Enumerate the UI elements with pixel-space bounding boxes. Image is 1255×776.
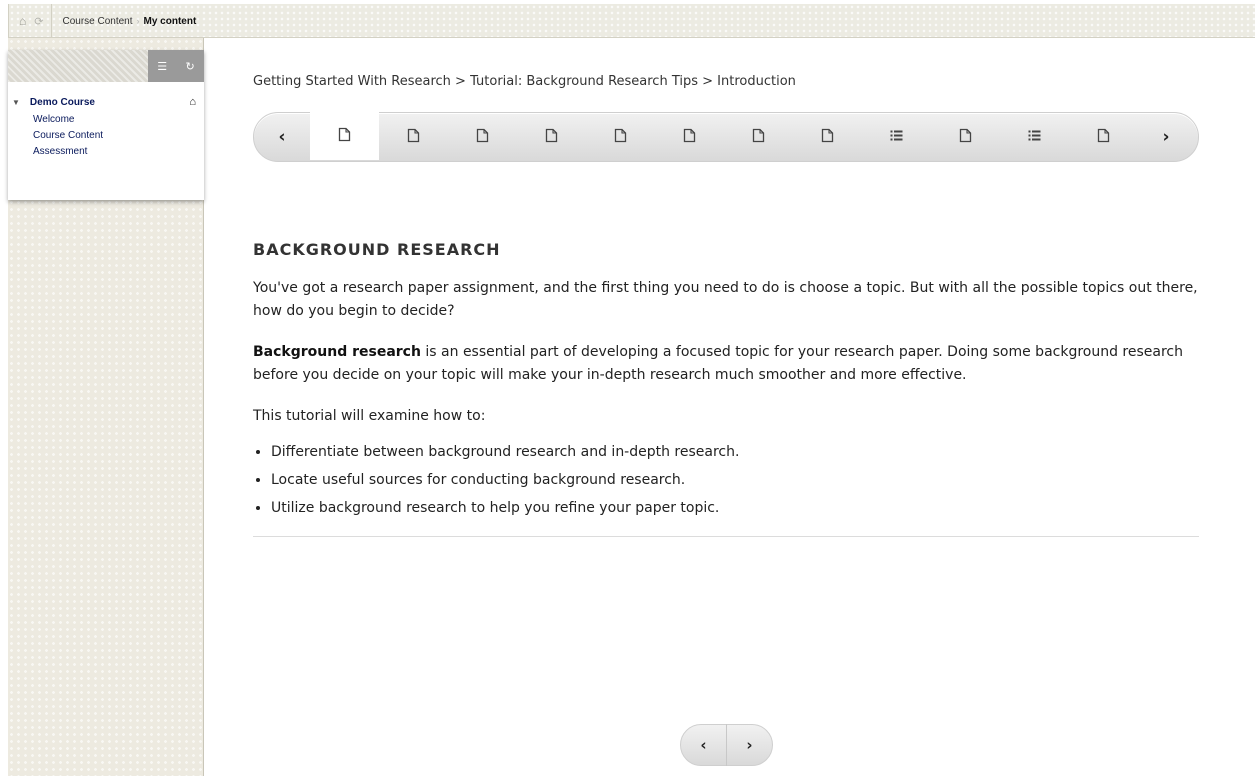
pager-prev-button[interactable]: ‹ xyxy=(254,127,310,147)
main-content: Getting Started With Research > Tutorial… xyxy=(253,74,1199,537)
page-icon xyxy=(959,128,972,147)
list-item: Differentiate between background researc… xyxy=(271,442,1199,462)
pager-page-7[interactable] xyxy=(724,112,793,162)
pager-page-5[interactable] xyxy=(586,112,655,162)
pager-page-10[interactable] xyxy=(931,112,1000,162)
pager-page-4[interactable] xyxy=(517,112,586,162)
breadcrumb-course-content[interactable]: Course Content xyxy=(62,16,132,27)
left-sidebar: ☰ ↻ ▼ Demo Course ⌂ Welcome Course Conte… xyxy=(8,38,204,776)
page-icon xyxy=(683,128,696,147)
pager-page-9[interactable] xyxy=(862,112,931,162)
breadcrumb: ⌂ ⟳ Course Content › My content xyxy=(9,4,254,38)
page-icon xyxy=(338,127,351,146)
page-icon xyxy=(614,128,627,147)
pager-page-2[interactable] xyxy=(379,112,448,162)
course-title: Demo Course xyxy=(29,96,95,108)
list-item: Locate useful sources for conducting bac… xyxy=(271,470,1199,490)
bottom-page-navigator: ‹ › xyxy=(680,724,773,766)
pager-page-6[interactable] xyxy=(655,112,724,162)
top-breadcrumb-bar: ⌂ ⟳ Course Content › My content xyxy=(8,4,1255,38)
breadcrumb-current: My content xyxy=(143,15,197,27)
list-icon xyxy=(1028,128,1041,147)
page-icon xyxy=(752,128,765,147)
collapse-triangle-icon[interactable]: ▼ xyxy=(12,98,20,107)
content-divider xyxy=(253,536,1199,537)
refresh-icon[interactable]: ↻ xyxy=(186,60,195,73)
article-definition: Background research is an essential part… xyxy=(253,341,1199,387)
page-navigator: ‹ › xyxy=(253,112,1199,162)
course-menu-title[interactable]: ▼ Demo Course ⌂ xyxy=(12,96,196,108)
article-lead-in: This tutorial will examine how to: xyxy=(253,408,486,424)
pager-page-8[interactable] xyxy=(793,112,862,162)
page-icon xyxy=(476,128,489,147)
page-icon xyxy=(407,128,420,147)
pager-page-12[interactable] xyxy=(1069,112,1138,162)
course-home-icon[interactable]: ⌂ xyxy=(189,96,196,108)
list-icon xyxy=(890,128,903,147)
bold-term: Background research xyxy=(253,344,421,360)
refresh-icon[interactable]: ⟳ xyxy=(34,15,43,28)
folder-view-icon[interactable]: ☰ xyxy=(157,60,167,73)
sidebar-item-assessment[interactable]: Assessment xyxy=(12,144,196,160)
bottom-prev-button[interactable]: ‹ xyxy=(681,736,726,754)
page-icon xyxy=(545,128,558,147)
pager-page-1[interactable] xyxy=(310,112,379,160)
page-icon xyxy=(1097,128,1110,147)
pager-page-11[interactable] xyxy=(1000,112,1069,162)
home-icon[interactable]: ⌂ xyxy=(19,14,26,28)
objectives-list: Differentiate between background researc… xyxy=(253,442,1199,518)
content-path: Getting Started With Research > Tutorial… xyxy=(253,74,796,89)
breadcrumb-separator: › xyxy=(136,16,140,26)
article-heading: BACKGROUND RESEARCH xyxy=(253,240,501,259)
article-intro: You've got a research paper assignment, … xyxy=(253,280,1198,319)
bottom-next-button[interactable]: › xyxy=(727,736,772,754)
pager-next-button[interactable]: › xyxy=(1138,127,1194,147)
course-menu-header: ☰ ↻ xyxy=(8,50,204,82)
course-menu-tools: ☰ ↻ xyxy=(148,50,204,82)
sidebar-item-course-content[interactable]: Course Content xyxy=(12,128,196,144)
list-item: Utilize background research to help you … xyxy=(271,498,1199,518)
divider xyxy=(51,4,53,38)
sidebar-item-welcome[interactable]: Welcome xyxy=(12,112,196,128)
pager-page-3[interactable] xyxy=(448,112,517,162)
page-icon xyxy=(821,128,834,147)
pager-items xyxy=(310,112,1138,162)
course-menu: ☰ ↻ ▼ Demo Course ⌂ Welcome Course Conte… xyxy=(8,50,204,200)
